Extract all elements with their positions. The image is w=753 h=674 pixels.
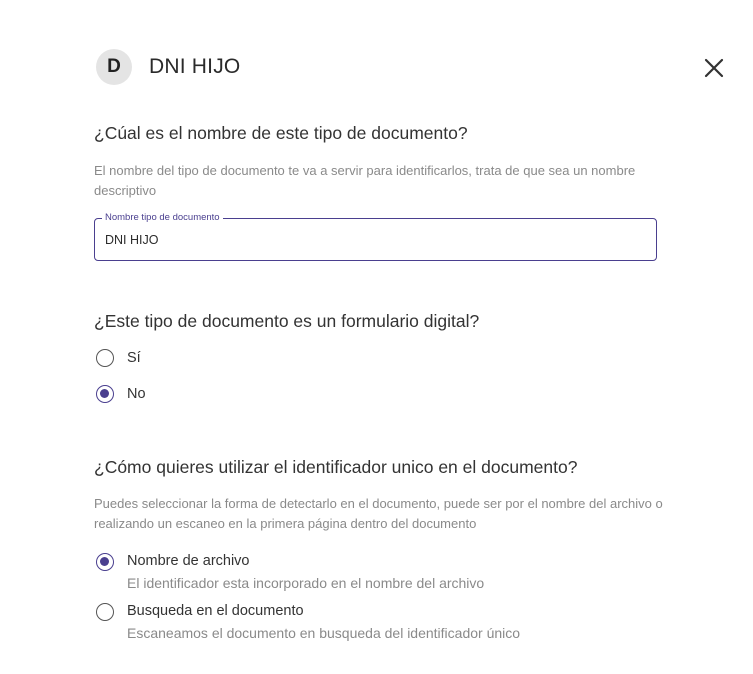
page-title: DNI HIJO — [149, 55, 241, 78]
option-nombre-archivo-description: El identificador esta incorporado en el … — [127, 575, 485, 591]
digital-form-question: ¿Este tipo de documento es un formulario… — [94, 311, 480, 331]
name-help-text: El nombre del tipo de documento te va a … — [94, 163, 636, 198]
identifier-help-text: Puedes seleccionar la forma de detectarl… — [94, 496, 663, 531]
identifier-question: ¿Cómo quieres utilizar el identificador … — [94, 457, 578, 477]
radio-si[interactable] — [96, 349, 114, 367]
avatar: D — [96, 49, 132, 85]
document-type-name-input[interactable] — [105, 230, 635, 250]
radio-no[interactable] — [96, 385, 114, 403]
field-label: Nombre tipo de documento — [102, 211, 223, 225]
radio-nombre-archivo[interactable] — [96, 553, 114, 571]
option-no-label[interactable]: No — [127, 386, 146, 402]
option-busqueda-documento-description: Escaneamos el documento en busqueda del … — [127, 625, 521, 641]
radio-busqueda-documento[interactable] — [96, 603, 114, 621]
name-question: ¿Cúal es el nombre de este tipo de docum… — [94, 123, 468, 143]
option-nombre-archivo-label[interactable]: Nombre de archivo — [127, 553, 250, 569]
close-icon — [704, 58, 724, 78]
close-button[interactable] — [700, 54, 728, 82]
avatar-letter: D — [107, 56, 121, 77]
document-type-name-field: Nombre tipo de documento — [94, 211, 657, 261]
option-busqueda-documento-label[interactable]: Busqueda en el documento — [127, 603, 304, 619]
option-si-label[interactable]: Sí — [127, 350, 141, 366]
